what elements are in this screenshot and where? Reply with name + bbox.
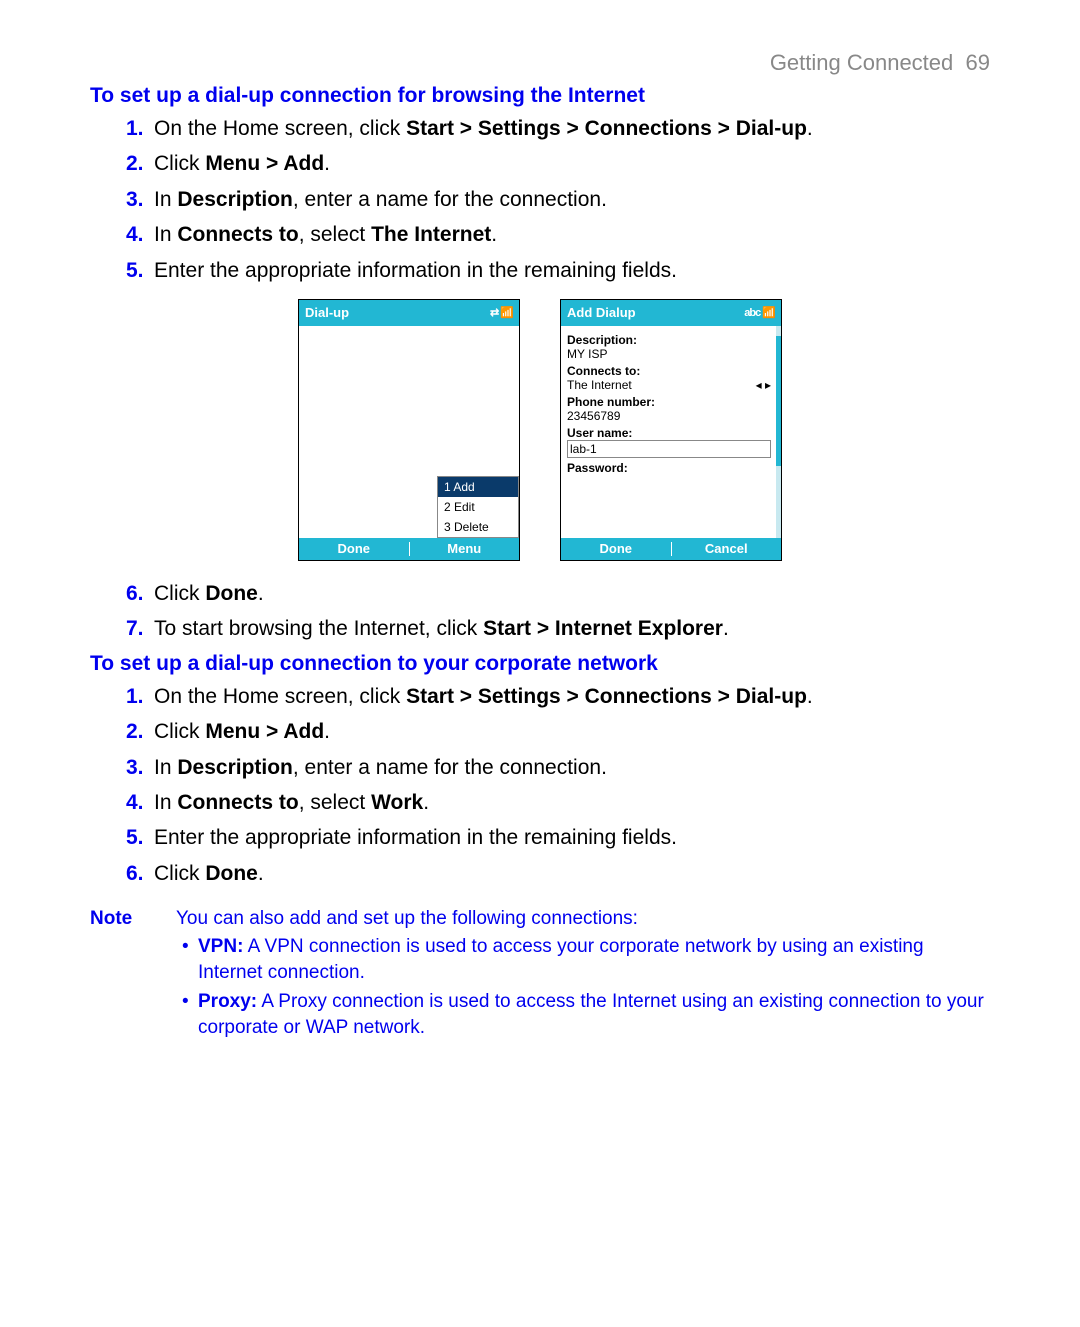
- note-item-proxy: Proxy: A Proxy connection is used to acc…: [198, 989, 990, 1040]
- connects-to-spinner[interactable]: The Internet ◂ ▸: [567, 378, 771, 392]
- step: 6.Click Done.: [126, 579, 990, 608]
- phone2-softkeys: Done Cancel: [561, 538, 781, 560]
- phone2-softkey-done[interactable]: Done: [561, 541, 671, 556]
- phone2-body: Description: MY ISP Connects to: The Int…: [561, 326, 781, 538]
- phone-number-value[interactable]: 23456789: [567, 409, 771, 423]
- menu-item-edit[interactable]: 2 Edit: [438, 497, 518, 517]
- user-name-label: User name:: [567, 426, 771, 440]
- phone1-softkey-menu[interactable]: Menu: [410, 541, 520, 556]
- signal-icon: ⇄ 📶: [490, 306, 513, 319]
- step: 5.Enter the appropriate information in t…: [126, 256, 990, 285]
- step: 2.Click Menu > Add.: [126, 149, 990, 178]
- section1-steps-b: 6.Click Done. 7.To start browsing the In…: [126, 579, 990, 644]
- note-intro: You can also add and set up the followin…: [176, 908, 990, 930]
- password-label: Password:: [567, 461, 771, 475]
- phone-screenshots: Dial-up ⇄ 📶 1 Add 2 Edit 3 Delete Done M…: [90, 299, 990, 561]
- step: 7.To start browsing the Internet, click …: [126, 614, 990, 643]
- section1-steps-a: 1.On the Home screen, click Start > Sett…: [126, 114, 990, 285]
- phone-add-dialup: Add Dialup abc 📶 Description: MY ISP Con…: [560, 299, 782, 561]
- phone1-body: 1 Add 2 Edit 3 Delete: [299, 326, 519, 538]
- phone2-softkey-cancel[interactable]: Cancel: [672, 541, 782, 556]
- step: 5.Enter the appropriate information in t…: [126, 823, 990, 852]
- step: 4.In Connects to, select Work.: [126, 788, 990, 817]
- step: 1.On the Home screen, click Start > Sett…: [126, 114, 990, 143]
- step: 4.In Connects to, select The Internet.: [126, 220, 990, 249]
- phone1-softkeys: Done Menu: [299, 538, 519, 560]
- section2-steps: 1.On the Home screen, click Start > Sett…: [126, 682, 990, 888]
- menu-item-add[interactable]: 1 Add: [438, 477, 518, 497]
- phone1-title: Dial-up: [305, 305, 349, 320]
- header-page: 69: [966, 50, 990, 75]
- note-label: Note: [90, 908, 176, 1045]
- header-title: Getting Connected: [770, 50, 953, 75]
- phone2-titlebar: Add Dialup abc 📶: [561, 300, 781, 326]
- step: 6.Click Done.: [126, 859, 990, 888]
- phone1-titlebar: Dial-up ⇄ 📶: [299, 300, 519, 326]
- phone2-title: Add Dialup: [567, 305, 636, 320]
- phone-dialup-list: Dial-up ⇄ 📶 1 Add 2 Edit 3 Delete Done M…: [298, 299, 520, 561]
- phone1-menu[interactable]: 1 Add 2 Edit 3 Delete: [437, 476, 519, 538]
- section1-title: To set up a dial-up connection for brows…: [90, 84, 990, 108]
- phone1-softkey-done[interactable]: Done: [299, 541, 409, 556]
- connects-to-value: The Internet: [567, 378, 632, 392]
- note-block: Note You can also add and set up the fol…: [90, 908, 990, 1045]
- input-mode-icon: abc 📶: [744, 306, 775, 319]
- step: 2.Click Menu > Add.: [126, 717, 990, 746]
- spinner-arrows-icon[interactable]: ◂ ▸: [756, 378, 771, 392]
- step: 3.In Description, enter a name for the c…: [126, 753, 990, 782]
- section2-title: To set up a dial-up connection to your c…: [90, 652, 990, 676]
- description-label: Description:: [567, 333, 771, 347]
- scrollbar[interactable]: [776, 326, 781, 538]
- note-item-vpn: VPN: A VPN connection is used to access …: [198, 934, 990, 985]
- note-list: VPN: A VPN connection is used to access …: [176, 934, 990, 1041]
- connects-to-label: Connects to:: [567, 364, 771, 378]
- phone-number-label: Phone number:: [567, 395, 771, 409]
- step: 1.On the Home screen, click Start > Sett…: [126, 682, 990, 711]
- menu-item-delete[interactable]: 3 Delete: [438, 517, 518, 537]
- user-name-input[interactable]: [567, 440, 771, 458]
- step: 3.In Description, enter a name for the c…: [126, 185, 990, 214]
- page-header: Getting Connected 69: [90, 50, 990, 76]
- description-value[interactable]: MY ISP: [567, 347, 771, 361]
